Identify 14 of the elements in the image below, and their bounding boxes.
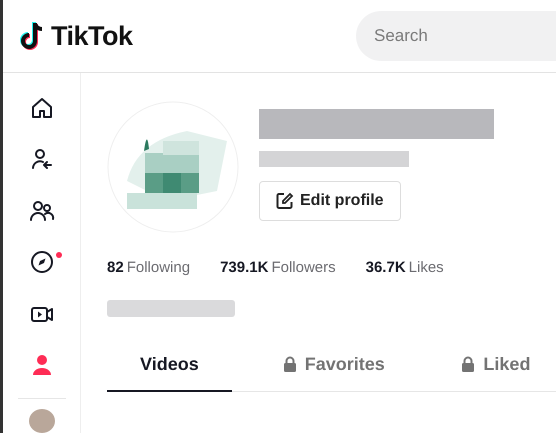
edit-profile-button[interactable]: Edit profile <box>259 181 401 221</box>
logo-text[interactable]: TikTok <box>51 16 133 56</box>
stat-label: Followers <box>271 258 336 278</box>
stat-value: 36.7K <box>366 258 406 278</box>
profile-tab[interactable]: Favorites <box>274 342 394 392</box>
stat-label: Likes <box>408 258 444 278</box>
profile-tab[interactable]: Videos <box>107 342 232 392</box>
search-field[interactable]: Search <box>356 11 556 61</box>
profile-tab[interactable]: Liked <box>436 342 556 392</box>
stat-value: 739.1K <box>220 258 268 278</box>
stat-value: 82 <box>107 258 124 278</box>
stat-label: Following <box>126 258 190 278</box>
edit-icon <box>276 192 294 210</box>
compass-icon <box>28 249 54 276</box>
